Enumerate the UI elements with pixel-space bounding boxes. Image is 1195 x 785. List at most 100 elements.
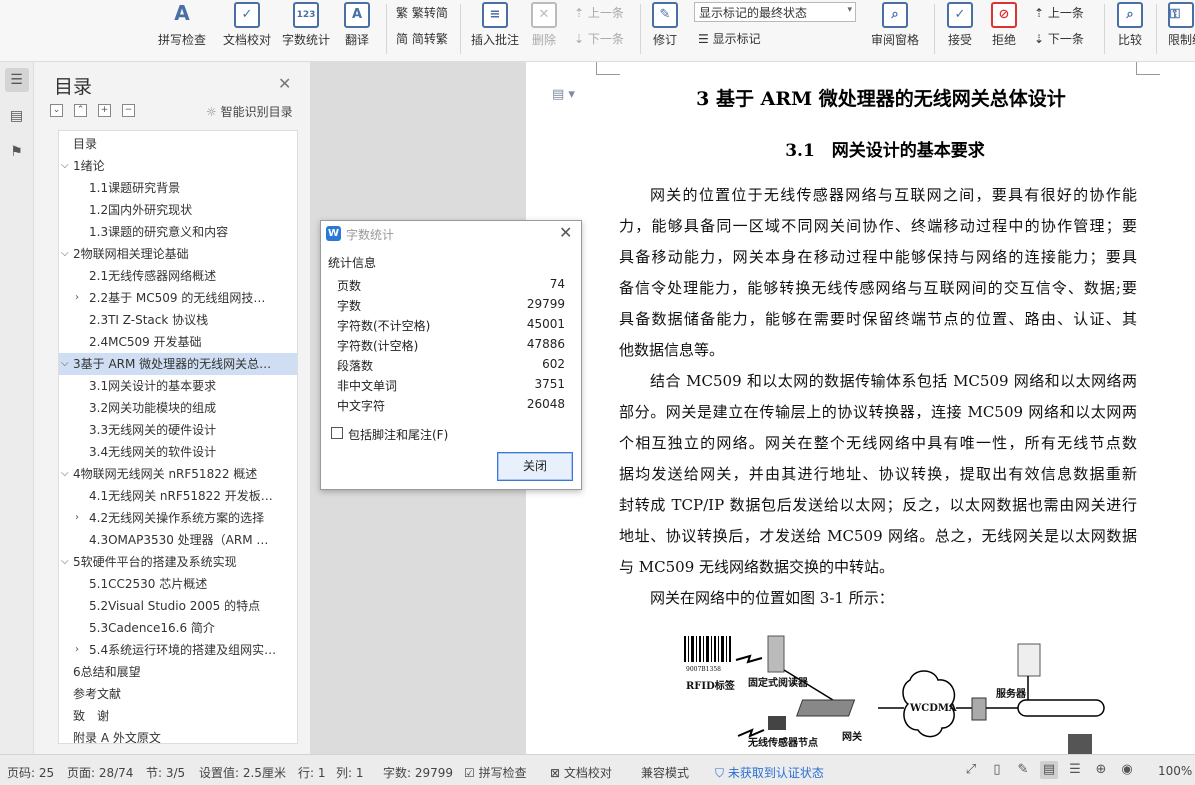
- toc-item[interactable]: 2.3TI Z-Stack 协议栈: [59, 309, 297, 331]
- next-comment-button[interactable]: ⇣ 下一条: [574, 30, 624, 47]
- status-doc-proof[interactable]: ⊠ 文档校对: [550, 764, 612, 781]
- toc-item[interactable]: ⌵ 3基于 ARM 微处理器的无线网关总…: [59, 353, 297, 375]
- status-word-count[interactable]: 字数: 29799: [383, 764, 453, 781]
- status-page-number[interactable]: 页码: 25: [7, 764, 54, 781]
- insert-comment-button[interactable]: ≡ 插入批注: [468, 0, 522, 60]
- status-spell-check[interactable]: ☑ 拼写检查: [464, 764, 527, 781]
- toc-item[interactable]: 3.2网关功能模块的组成: [59, 397, 297, 419]
- doc-proof-button[interactable]: ✓ 文档校对: [220, 0, 274, 60]
- accept-button[interactable]: ✓ 接受: [942, 0, 978, 60]
- toc-item[interactable]: › 4.2无线网关操作系统方案的选择: [59, 507, 297, 529]
- include-footnotes-label[interactable]: 包括脚注和尾注(F): [348, 426, 448, 443]
- toc-item[interactable]: › 5.4系统运行环境的搭建及组网实…: [59, 639, 297, 661]
- toc-item[interactable]: 5.3Cadence16.6 简介: [59, 617, 297, 639]
- toc-item[interactable]: 3.1网关设计的基本要求: [59, 375, 297, 397]
- read-mode-icon[interactable]: ▯: [988, 761, 1006, 779]
- chevron-right-icon[interactable]: ›: [75, 507, 79, 529]
- prev-comment-icon: ⇡: [574, 6, 585, 20]
- collapse-all-icon[interactable]: ⌄: [50, 104, 63, 117]
- toc-item[interactable]: 附录 A 外文原文: [59, 727, 297, 743]
- smart-recognize-toc-button[interactable]: ☼ 智能识别目录: [206, 103, 293, 120]
- translate-button[interactable]: A 翻译: [338, 0, 376, 60]
- status-page-count[interactable]: 页面: 28/74: [67, 764, 133, 781]
- toc-outline-icon[interactable]: ☰: [4, 68, 29, 92]
- compare-button[interactable]: ⌕ 比较: [1110, 0, 1150, 60]
- chevron-down-icon[interactable]: ⌵: [61, 551, 69, 573]
- revise-button[interactable]: ✎ 修订: [646, 0, 684, 60]
- chevron-down-icon[interactable]: ⌵: [61, 463, 69, 485]
- dialog-title: 字数统计: [346, 228, 395, 242]
- remove-heading-icon[interactable]: −: [122, 104, 135, 117]
- toc-item[interactable]: 5.1CC2530 芯片概述: [59, 573, 297, 595]
- trad-to-simp-button[interactable]: 繁 繁转简: [396, 4, 448, 21]
- status-certification[interactable]: ⛉ 未获取到认证状态: [715, 764, 824, 781]
- restrict-edit-button[interactable]: ⚿ 限制编: [1162, 0, 1195, 60]
- write-mode-icon[interactable]: ✎: [1014, 761, 1032, 779]
- toc-item[interactable]: 3.4无线网关的软件设计: [59, 441, 297, 463]
- page-thumbnail-icon[interactable]: ▤: [5, 104, 29, 128]
- zoom-level[interactable]: 100%: [1158, 764, 1192, 778]
- prev-revision-button[interactable]: ⇡ 上一条: [1034, 4, 1084, 21]
- chevron-down-icon[interactable]: ⌵: [61, 243, 69, 265]
- toc-item[interactable]: 参考文献: [59, 683, 297, 705]
- toc-item[interactable]: ⌵ 1绪论: [59, 155, 297, 177]
- close-icon[interactable]: ✕: [559, 223, 572, 242]
- paragraph-line: 个相互独立的网络。网关在整个无线网络中具有唯一性，所有无线节点数: [619, 434, 1137, 452]
- show-marks-button[interactable]: ☰ 显示标记: [698, 30, 761, 47]
- toc-item[interactable]: 5.2Visual Studio 2005 的特点: [59, 595, 297, 617]
- toc-item[interactable]: 2.1无线传感器网络概述: [59, 265, 297, 287]
- toc-item[interactable]: 3.3无线网关的硬件设计: [59, 419, 297, 441]
- toc-item-label: 3基于 ARM 微处理器的无线网关总…: [73, 357, 272, 371]
- bookmark-icon[interactable]: ⚑: [5, 140, 29, 164]
- word-count-button[interactable]: 123 字数统计: [280, 0, 332, 60]
- status-row[interactable]: 行: 1: [298, 764, 326, 781]
- status-col[interactable]: 列: 1: [336, 764, 364, 781]
- include-footnotes-checkbox[interactable]: [331, 427, 343, 439]
- chevron-down-icon[interactable]: ⌵: [61, 155, 69, 177]
- fullscreen-icon[interactable]: ⤢: [962, 761, 980, 779]
- toc-item[interactable]: › 2.2基于 MC509 的无线组网技术…: [59, 287, 297, 309]
- next-revision-icon: ⇣: [1034, 32, 1045, 46]
- toc-item[interactable]: 目录: [59, 133, 297, 155]
- simp-to-trad-button[interactable]: 简 简转繁: [396, 30, 448, 47]
- chevron-down-icon[interactable]: ⌵: [61, 353, 69, 375]
- toc-item[interactable]: ⌵ 2物联网相关理论基础: [59, 243, 297, 265]
- simp-trad-label: 简转繁: [411, 32, 448, 46]
- reject-button[interactable]: ⊘ 拒绝: [986, 0, 1022, 60]
- status-compat-mode[interactable]: 兼容模式: [641, 764, 689, 781]
- status-section[interactable]: 节: 3/5: [146, 764, 185, 781]
- restrict-edit-label: 限制编: [1168, 33, 1195, 47]
- toc-item[interactable]: 1.1课题研究背景: [59, 177, 297, 199]
- eye-care-icon[interactable]: ◉: [1118, 761, 1136, 779]
- prev-comment-button[interactable]: ⇡ 上一条: [574, 4, 624, 21]
- spell-check-button[interactable]: A 拼写检查: [152, 0, 212, 60]
- web-view-icon[interactable]: ⊕: [1092, 761, 1110, 779]
- toc-item[interactable]: 2.4MC509 开发基础: [59, 331, 297, 353]
- chevron-right-icon[interactable]: ›: [75, 287, 79, 309]
- page-view-icon[interactable]: ▤: [1040, 761, 1058, 779]
- toc-item[interactable]: 6总结和展望: [59, 661, 297, 683]
- spell-check-icon: A: [174, 1, 190, 25]
- toc-item[interactable]: 1.2国内外研究现状: [59, 199, 297, 221]
- outline-view-icon[interactable]: ☰: [1066, 761, 1084, 779]
- expand-all-icon[interactable]: ⌃: [74, 104, 87, 117]
- status-setting[interactable]: 设置值: 2.5厘米: [199, 764, 286, 781]
- toc-item[interactable]: 4.1无线网关 nRF51822 开发板…: [59, 485, 297, 507]
- toc-item[interactable]: 致 谢: [59, 705, 297, 727]
- review-pane-button[interactable]: ⌕ 审阅窗格: [864, 0, 926, 60]
- ethernet-bus-icon: [1017, 699, 1105, 717]
- toc-item[interactable]: ⌵ 4物联网无线网关 nRF51822 概述: [59, 463, 297, 485]
- chevron-right-icon[interactable]: ›: [75, 639, 79, 661]
- toc-item[interactable]: 1.3课题的研究意义和内容: [59, 221, 297, 243]
- paragraph-line: 部分。网关是建立在传输层上的协议转换器，连接 MC509 网络和以太网两: [619, 403, 1137, 421]
- close-button[interactable]: 关闭: [497, 452, 573, 481]
- stat-value: 29799: [526, 297, 565, 311]
- add-heading-icon[interactable]: +: [98, 104, 111, 117]
- toc-item[interactable]: ⌵ 5软硬件平台的搭建及系统实现: [59, 551, 297, 573]
- delete-comment-button[interactable]: ✕ 删除: [526, 0, 562, 60]
- close-icon[interactable]: ✕: [278, 74, 291, 93]
- toc-item-label: 5.3Cadence16.6 简介: [89, 621, 215, 635]
- toc-item[interactable]: 4.3OMAP3530 处理器（ARM …: [59, 529, 297, 551]
- next-revision-button[interactable]: ⇣ 下一条: [1034, 30, 1084, 47]
- revision-mode-select[interactable]: 显示标记的最终状态 ▾: [694, 2, 856, 22]
